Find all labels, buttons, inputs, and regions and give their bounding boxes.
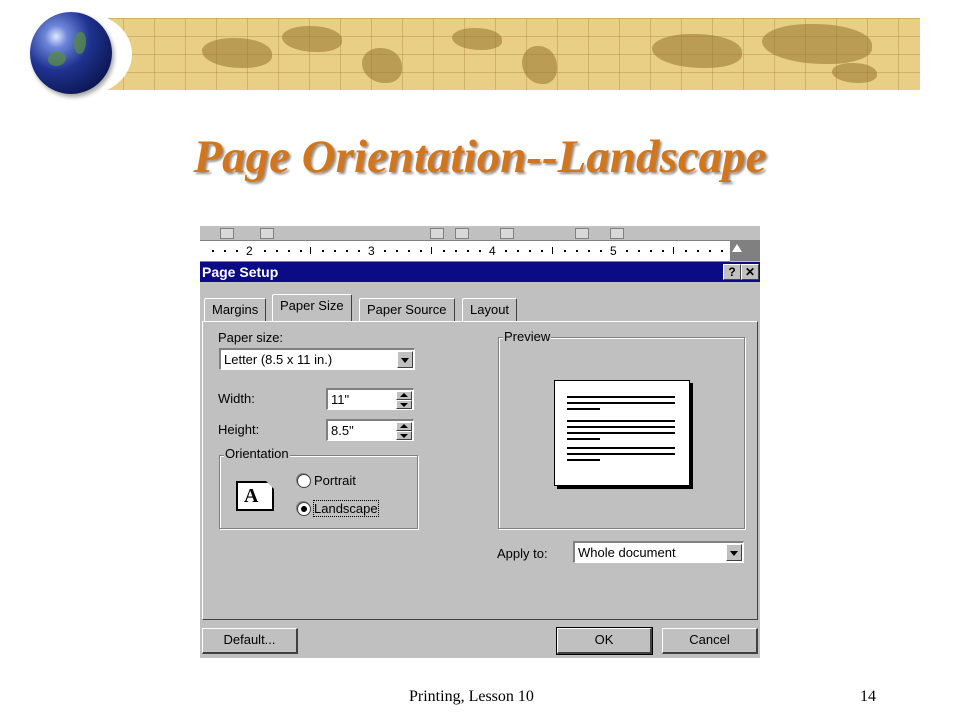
dropdown-arrow-icon[interactable] xyxy=(397,351,413,368)
height-value: 8.5" xyxy=(331,423,354,438)
paper-size-label: Paper size: xyxy=(218,330,284,345)
width-label: Width: xyxy=(218,391,255,406)
apply-to-value: Whole document xyxy=(578,545,676,560)
ruler: 2 3 4 5 xyxy=(200,241,730,262)
spinner-down-icon[interactable] xyxy=(396,400,412,409)
apply-to-dropdown[interactable]: Whole document xyxy=(573,541,744,563)
toolbar-icon[interactable] xyxy=(500,228,514,239)
toolbar-icon[interactable] xyxy=(455,228,469,239)
width-value: 11" xyxy=(331,392,350,407)
ruler-number: 5 xyxy=(610,244,617,258)
dialog-title: Page Setup xyxy=(202,264,279,280)
page-number: 14 xyxy=(860,688,876,705)
paper-size-dropdown[interactable]: Letter (8.5 x 11 in.) xyxy=(219,348,415,370)
spinner-up-icon[interactable] xyxy=(396,391,412,400)
apply-to-label: Apply to: xyxy=(497,546,548,561)
portrait-radio[interactable] xyxy=(297,474,311,488)
dialog-titlebar[interactable]: Page Setup ? ✕ xyxy=(200,262,760,282)
slide-title: Page Orientation--Landscape xyxy=(193,131,767,183)
globe-icon xyxy=(30,12,112,94)
height-spinner[interactable]: 8.5" xyxy=(326,419,414,441)
dropdown-arrow-icon[interactable] xyxy=(726,544,742,561)
tab-layout[interactable]: Layout xyxy=(462,298,518,321)
tab-paper-size[interactable]: Paper Size xyxy=(272,294,352,321)
toolbar-strip xyxy=(200,226,760,241)
help-icon[interactable]: ? xyxy=(723,264,741,280)
ruler-tab-marker[interactable] xyxy=(732,244,742,252)
toolbar-icon[interactable] xyxy=(575,228,589,239)
ruler-number: 3 xyxy=(368,244,375,258)
default-button[interactable]: Default... xyxy=(202,628,298,654)
landscape-page-preview xyxy=(554,380,690,486)
portrait-label[interactable]: Portrait xyxy=(314,473,356,488)
tab-margins[interactable]: Margins xyxy=(204,298,267,321)
width-spinner[interactable]: 11" xyxy=(326,388,414,410)
paper-size-value: Letter (8.5 x 11 in.) xyxy=(224,352,333,367)
footer-lesson: Printing, Lesson 10 xyxy=(409,688,534,705)
ok-button[interactable]: OK xyxy=(556,627,653,655)
orientation-label: Orientation xyxy=(224,446,290,461)
tab-paper-source[interactable]: Paper Source xyxy=(359,298,455,321)
ruler-number: 4 xyxy=(489,244,496,258)
orientation-page-icon: A xyxy=(236,481,274,511)
cancel-button[interactable]: Cancel xyxy=(662,628,758,654)
toolbar-icon[interactable] xyxy=(260,228,274,239)
preview-label: Preview xyxy=(503,329,552,344)
toolbar-icon[interactable] xyxy=(610,228,624,239)
world-map-banner xyxy=(92,18,920,90)
landscape-label[interactable]: Landscape xyxy=(313,500,379,517)
toolbar-icon[interactable] xyxy=(220,228,234,239)
close-icon[interactable]: ✕ xyxy=(741,264,759,280)
ruler-number: 2 xyxy=(246,244,253,258)
height-label: Height: xyxy=(218,422,260,437)
spinner-down-icon[interactable] xyxy=(396,431,412,440)
toolbar-icon[interactable] xyxy=(430,228,444,239)
landscape-radio[interactable] xyxy=(297,502,311,516)
spinner-up-icon[interactable] xyxy=(396,422,412,431)
